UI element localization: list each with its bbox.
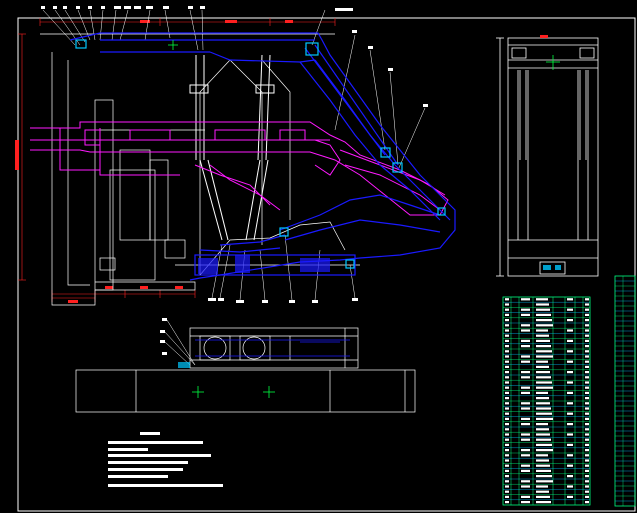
plan-view xyxy=(75,318,416,413)
dimension-lines xyxy=(15,18,336,303)
crosshair-icon xyxy=(168,40,178,50)
title-block-strip xyxy=(614,275,636,507)
technical-notes xyxy=(108,432,223,487)
bill-of-materials-table xyxy=(502,296,591,506)
front-view xyxy=(496,35,599,277)
cad-drawing-canvas xyxy=(15,6,636,512)
hydraulic-legs xyxy=(189,54,275,241)
pin-joints xyxy=(75,39,446,269)
support-lowered-position xyxy=(30,121,449,216)
base-plate-fill xyxy=(198,255,330,274)
side-view xyxy=(15,6,456,306)
square-pin-icon xyxy=(345,259,355,269)
